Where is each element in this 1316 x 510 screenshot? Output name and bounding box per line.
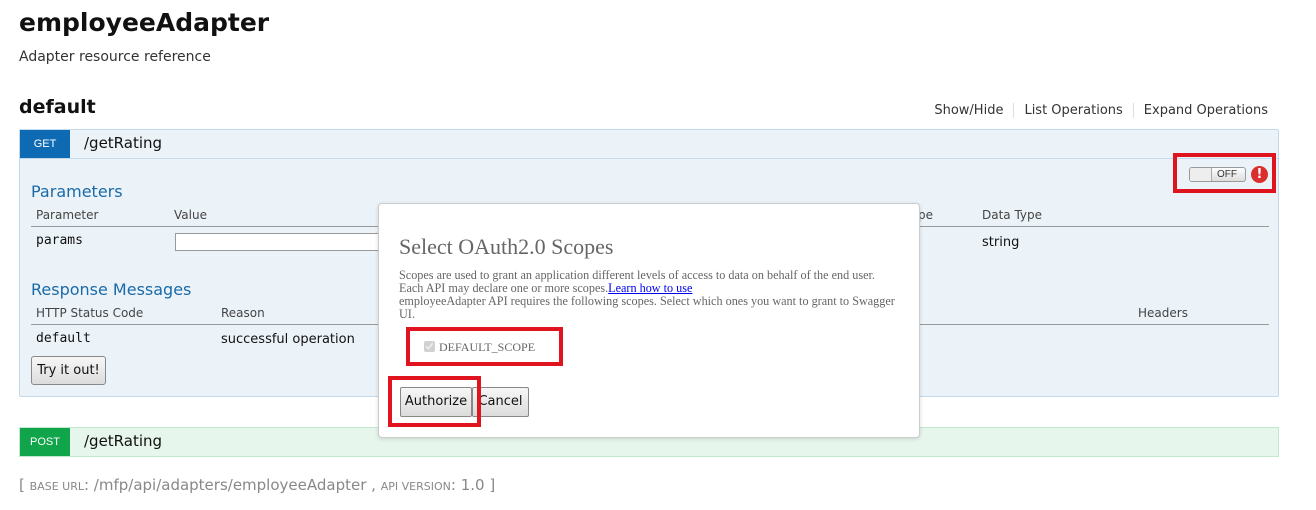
post-method-badge[interactable]: POST [20, 428, 70, 456]
section-title[interactable]: default [19, 96, 96, 118]
base-url-label: base url [29, 480, 84, 493]
param-col-type: pe [918, 208, 933, 222]
page-title: employeeAdapter [19, 8, 270, 37]
dialog-desc-scopes: employeeAdapter API requires the followi… [399, 294, 895, 321]
param-col-value: Value [174, 208, 207, 222]
param-col-parameter: Parameter [36, 208, 99, 222]
param-data-type: string [982, 235, 1020, 250]
page-subtitle: Adapter resource reference [19, 49, 211, 65]
highlight-scope [406, 327, 563, 366]
footer-info: [ base url: /mfp/api/adapters/employeeAd… [19, 476, 496, 494]
resp-col-reason: Reason [221, 306, 265, 320]
api-version-value: 1.0 [460, 476, 485, 494]
resp-col-status: HTTP Status Code [36, 306, 144, 320]
learn-how-link[interactable]: Learn how to use [608, 281, 692, 295]
get-endpoint-header[interactable]: GET /getRating [20, 130, 1278, 159]
params-value-input[interactable] [175, 233, 395, 251]
param-col-datatype: Data Type [982, 208, 1043, 222]
parameters-heading: Parameters [31, 182, 123, 201]
get-method-badge[interactable]: GET [20, 130, 70, 158]
list-operations-link[interactable]: List Operations [1014, 103, 1134, 118]
post-endpoint-path[interactable]: /getRating [84, 432, 162, 450]
api-version-label: api version [380, 480, 451, 493]
expand-operations-link[interactable]: Expand Operations [1134, 103, 1268, 118]
show-hide-link[interactable]: Show/Hide [924, 103, 1015, 118]
response-messages-heading: Response Messages [31, 280, 192, 299]
resp-reason: successful operation [221, 332, 355, 347]
footer-open-bracket: [ [19, 476, 25, 494]
operation-links: Show/Hide List Operations Expand Operati… [924, 103, 1268, 118]
try-it-out-button[interactable]: Try it out! [31, 356, 106, 385]
footer-close-bracket: ] [489, 476, 496, 494]
dialog-description: Scopes are used to grant an application … [399, 269, 899, 321]
footer-separator: , [371, 476, 376, 494]
highlight-authorize [388, 376, 481, 427]
resp-col-headers: Headers [1138, 306, 1188, 320]
base-url-value: /mfp/api/adapters/employeeAdapter [93, 476, 367, 494]
dialog-title: Select OAuth2.0 Scopes [399, 234, 614, 259]
resp-status-code: default [36, 331, 91, 346]
param-name: params [36, 233, 83, 248]
get-endpoint-path[interactable]: /getRating [84, 134, 162, 152]
highlight-toggle [1173, 153, 1276, 193]
